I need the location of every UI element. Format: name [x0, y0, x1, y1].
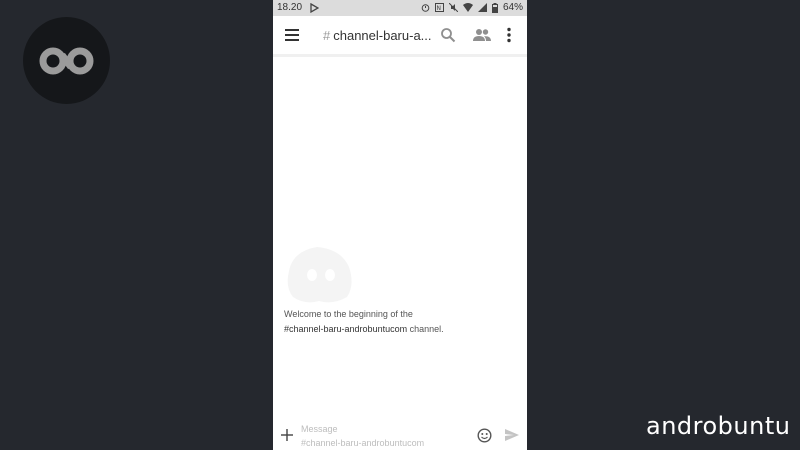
channel-title[interactable]: # channel-baru-a... — [323, 28, 432, 43]
emoji-icon[interactable] — [477, 428, 492, 443]
message-placeholder-line1: Message — [301, 424, 338, 434]
discord-logo — [287, 247, 352, 303]
welcome-line2: #channel-baru-androbuntucom channel. — [284, 322, 519, 337]
signal-icon — [477, 3, 487, 12]
nfc-icon: N — [434, 3, 444, 12]
message-input[interactable]: Message #channel-baru-androbuntucom — [301, 422, 471, 450]
wifi-icon — [462, 3, 473, 12]
send-icon[interactable] — [505, 429, 519, 441]
app-bar: # channel-baru-a... — [273, 16, 527, 57]
menu-icon[interactable] — [285, 28, 301, 42]
channel-title-text: channel-baru-a... — [333, 28, 432, 43]
plus-icon[interactable] — [281, 429, 293, 441]
search-icon[interactable] — [440, 27, 456, 43]
welcome-message: Welcome to the beginning of the #channel… — [284, 307, 519, 337]
status-icons: N 64% — [421, 2, 523, 13]
message-composer: Message #channel-baru-androbuntucom — [273, 420, 527, 450]
channel-hash: # — [323, 28, 331, 43]
welcome-line1: Welcome to the beginning of the — [284, 309, 413, 319]
alarm-icon — [421, 4, 430, 12]
status-time: 18.20 — [277, 2, 303, 13]
androbuntu-logo-icon — [23, 17, 110, 104]
svg-text:N: N — [436, 5, 441, 12]
battery-icon — [491, 2, 498, 13]
phone-screen: 18.20 N 64% # channel-baru-a... Welcome … — [273, 0, 527, 450]
message-placeholder-line2: #channel-baru-androbuntucom — [301, 438, 425, 448]
welcome-channel-name: #channel-baru-androbuntucom — [284, 324, 408, 334]
battery-percent: 64% — [502, 2, 523, 13]
mute-icon — [448, 3, 458, 12]
more-icon[interactable] — [506, 27, 512, 43]
members-icon[interactable] — [473, 28, 491, 42]
play-store-icon — [310, 3, 319, 13]
status-bar: 18.20 N 64% — [273, 0, 527, 16]
message-area — [273, 57, 527, 417]
welcome-suffix: channel. — [407, 324, 444, 334]
androbuntu-watermark: androbuntu — [646, 412, 791, 440]
